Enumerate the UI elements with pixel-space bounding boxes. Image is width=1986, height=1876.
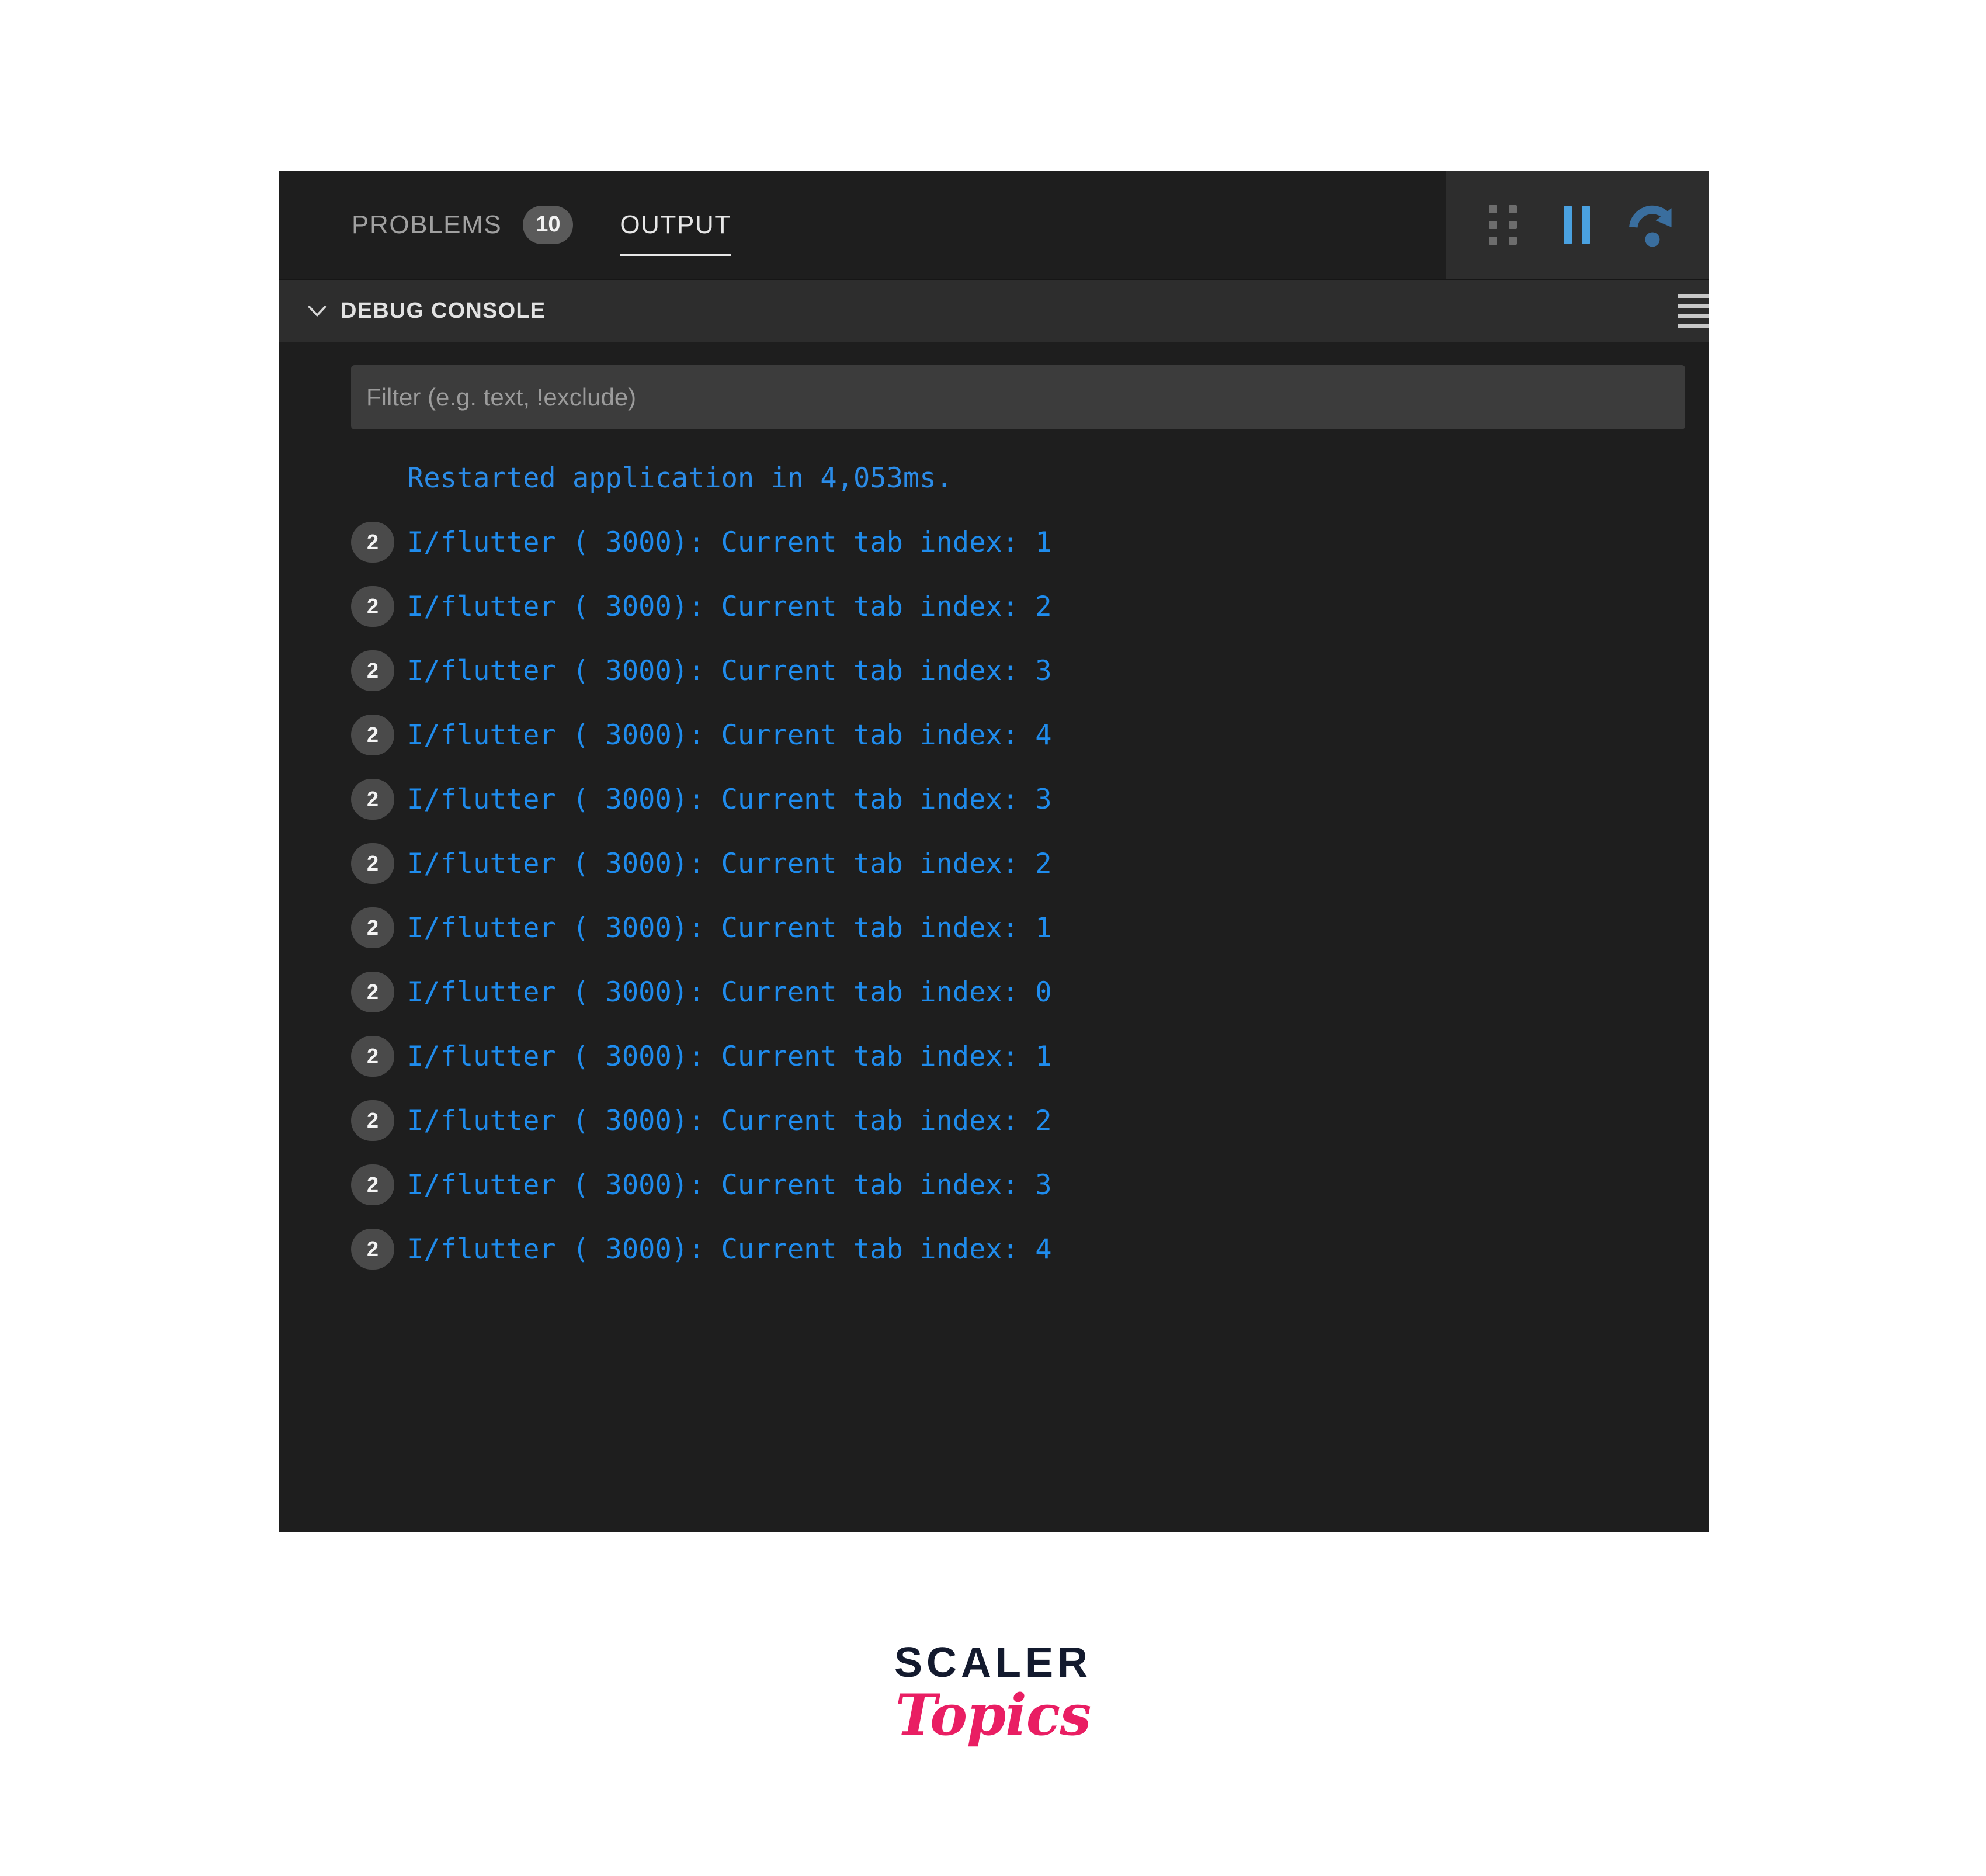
- debug-console-header[interactable]: DEBUG CONSOLE: [279, 279, 1709, 342]
- log-repeat-count-badge: 2: [351, 843, 394, 884]
- pause-button[interactable]: [1549, 197, 1605, 253]
- hamburger-menu-icon[interactable]: [1678, 293, 1709, 328]
- console-log-line: 2 I/flutter ( 3000): Current tab index: 1: [351, 1024, 1709, 1088]
- panel-toolbar: [1446, 171, 1709, 279]
- console-log-line: 2 I/flutter ( 3000): Current tab index: 4: [351, 1217, 1709, 1281]
- panel-tab-bar: PROBLEMS 10 OUTPUT: [279, 171, 1709, 279]
- logo-primary-text: SCALER: [894, 1639, 1092, 1686]
- tab-output-label: OUTPUT: [620, 210, 731, 239]
- console-log-line: 2 I/flutter ( 3000): Current tab index: 4: [351, 703, 1709, 767]
- console-log-line: 2 I/flutter ( 3000): Current tab index: 3: [351, 767, 1709, 831]
- filter-input[interactable]: [351, 365, 1685, 429]
- console-log-list: Restarted application in 4,053ms. 2 I/flut…: [279, 446, 1709, 1281]
- chevron-down-icon[interactable]: [302, 296, 332, 326]
- restart-button[interactable]: [1623, 197, 1679, 253]
- log-repeat-count-badge: 2: [351, 1229, 394, 1270]
- log-repeat-count-badge: 2: [351, 972, 394, 1012]
- log-line-text: I/flutter ( 3000): Current tab index: 3: [407, 783, 1052, 816]
- tab-output[interactable]: OUTPUT: [620, 171, 731, 279]
- log-repeat-count-badge: 2: [351, 715, 394, 755]
- log-line-text: I/flutter ( 3000): Current tab index: 4: [407, 719, 1052, 751]
- console-log-line: 2 I/flutter ( 3000): Current tab index: 1: [351, 896, 1709, 960]
- console-log-line: 2 I/flutter ( 3000): Current tab index: 0: [351, 960, 1709, 1024]
- debug-console-title: DEBUG CONSOLE: [341, 298, 546, 323]
- tab-problems-label: PROBLEMS: [352, 210, 502, 239]
- log-repeat-count-badge: 2: [351, 650, 394, 691]
- log-line-text: I/flutter ( 3000): Current tab index: 3: [407, 654, 1052, 687]
- log-line-text: I/flutter ( 3000): Current tab index: 0: [407, 976, 1052, 1008]
- logo-secondary-text: Topics: [895, 1682, 1092, 1748]
- log-repeat-count-badge: 2: [351, 522, 394, 563]
- console-log-line: 2 I/flutter ( 3000): Current tab index: 3: [351, 1153, 1709, 1217]
- restart-icon: [1629, 205, 1672, 247]
- log-repeat-count-badge: 2: [351, 1036, 394, 1077]
- log-line-text: I/flutter ( 3000): Current tab index: 1: [407, 1040, 1052, 1073]
- log-repeat-count-badge: 2: [351, 586, 394, 627]
- log-repeat-count-badge: 2: [351, 907, 394, 948]
- log-line-text: I/flutter ( 3000): Current tab index: 1: [407, 526, 1052, 559]
- grip-handle-button[interactable]: [1475, 197, 1531, 253]
- tab-problems-badge: 10: [523, 205, 574, 244]
- console-log-line: 2 I/flutter ( 3000): Current tab index: 2: [351, 1088, 1709, 1153]
- console-log-line: 2 I/flutter ( 3000): Current tab index: 1: [351, 510, 1709, 574]
- grip-dots-icon: [1488, 204, 1517, 245]
- pause-icon: [1564, 205, 1591, 244]
- console-log-line: 2 I/flutter ( 3000): Current tab index: 2: [351, 574, 1709, 639]
- debug-panel: PROBLEMS 10 OUTPUT DEBUG CONSOLE Filter …: [279, 171, 1709, 1532]
- debug-console-body: Restarted application in 4,053ms. 2 I/flut…: [279, 342, 1709, 1531]
- scaler-topics-logo: SCALER Topics: [0, 1642, 1986, 1743]
- log-line-text: I/flutter ( 3000): Current tab index: 2: [407, 590, 1052, 623]
- console-log-line: 2 I/flutter ( 3000): Current tab index: 3: [351, 639, 1709, 703]
- console-log-line: 2 I/flutter ( 3000): Current tab index: 2: [351, 831, 1709, 896]
- log-repeat-count-badge: 2: [351, 1164, 394, 1205]
- log-line-text: Restarted application in 4,053ms.: [407, 462, 953, 494]
- log-line-text: I/flutter ( 3000): Current tab index: 4: [407, 1233, 1052, 1265]
- log-repeat-count-badge: 2: [351, 1100, 394, 1141]
- log-repeat-count-badge: 2: [351, 779, 394, 820]
- tab-problems[interactable]: PROBLEMS 10: [352, 171, 574, 279]
- filter-row: [279, 342, 1709, 429]
- log-line-text: I/flutter ( 3000): Current tab index: 3: [407, 1168, 1052, 1201]
- log-line-text: I/flutter ( 3000): Current tab index: 2: [407, 1104, 1052, 1137]
- log-line-text: I/flutter ( 3000): Current tab index: 1: [407, 911, 1052, 944]
- console-log-line: Restarted application in 4,053ms.: [351, 446, 1709, 510]
- log-line-text: I/flutter ( 3000): Current tab index: 2: [407, 847, 1052, 880]
- tab-output-active-underline: [620, 254, 731, 256]
